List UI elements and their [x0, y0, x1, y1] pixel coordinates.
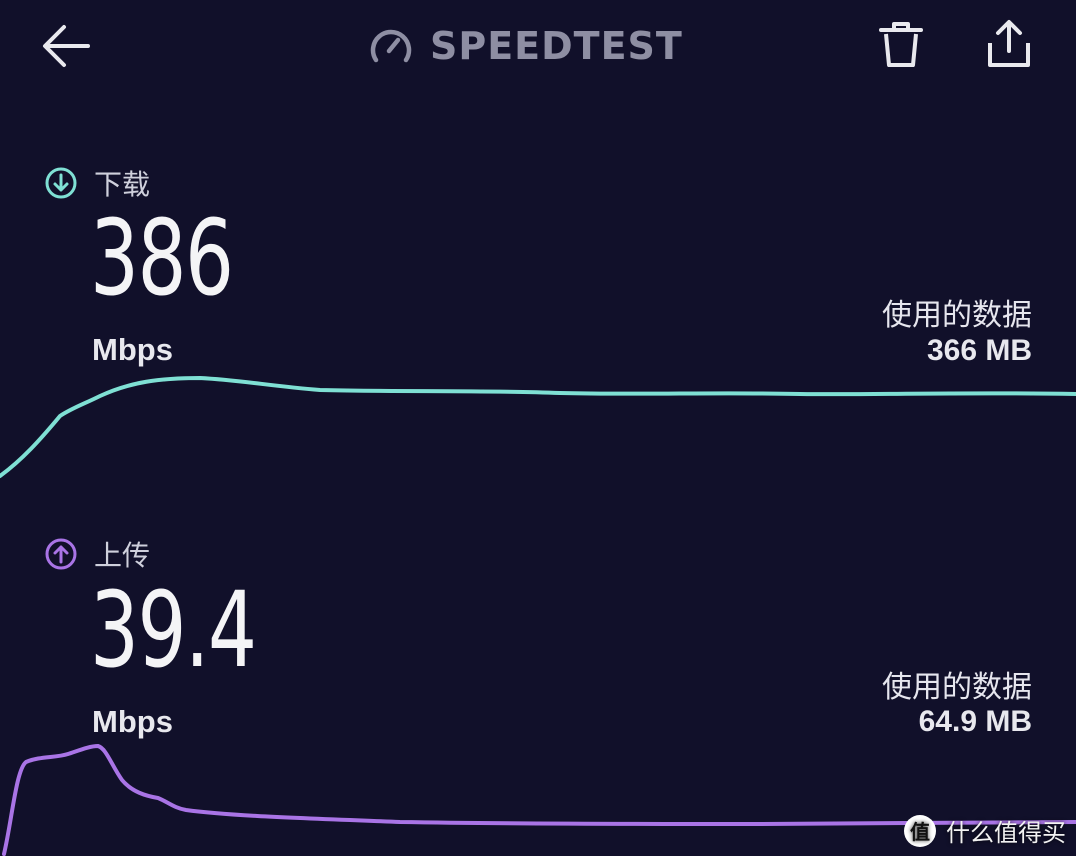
download-speed-value: 386 [90, 197, 234, 319]
speedometer-icon [370, 29, 412, 63]
upload-label-text: 上传 [94, 539, 151, 572]
delete-button[interactable] [876, 18, 926, 72]
arrow-down-circle-icon [45, 167, 77, 199]
download-speed-graph [0, 376, 1076, 478]
arrow-up-circle-icon [45, 538, 77, 570]
app-title-text: SPEEDTEST [430, 24, 683, 68]
share-button[interactable] [982, 18, 1036, 72]
back-button[interactable] [38, 20, 94, 72]
share-icon [988, 20, 1030, 67]
watermark-badge: 值 [904, 814, 936, 847]
upload-label: 上传 [44, 534, 150, 574]
watermark-text: 什么值得买 [946, 819, 1066, 847]
watermark: 值 什么值得买 [904, 813, 1066, 848]
arrow-left-icon [43, 25, 90, 67]
top-bar: SPEEDTEST [0, 0, 1076, 96]
app-title: SPEEDTEST [368, 22, 683, 70]
download-data-used-label: 使用的数据 [882, 298, 1032, 333]
trash-icon [879, 22, 923, 67]
upload-speed-value: 39.4 [90, 569, 257, 691]
download-graph-line [0, 376, 1076, 478]
upload-data-used-label: 使用的数据 [882, 670, 1032, 705]
